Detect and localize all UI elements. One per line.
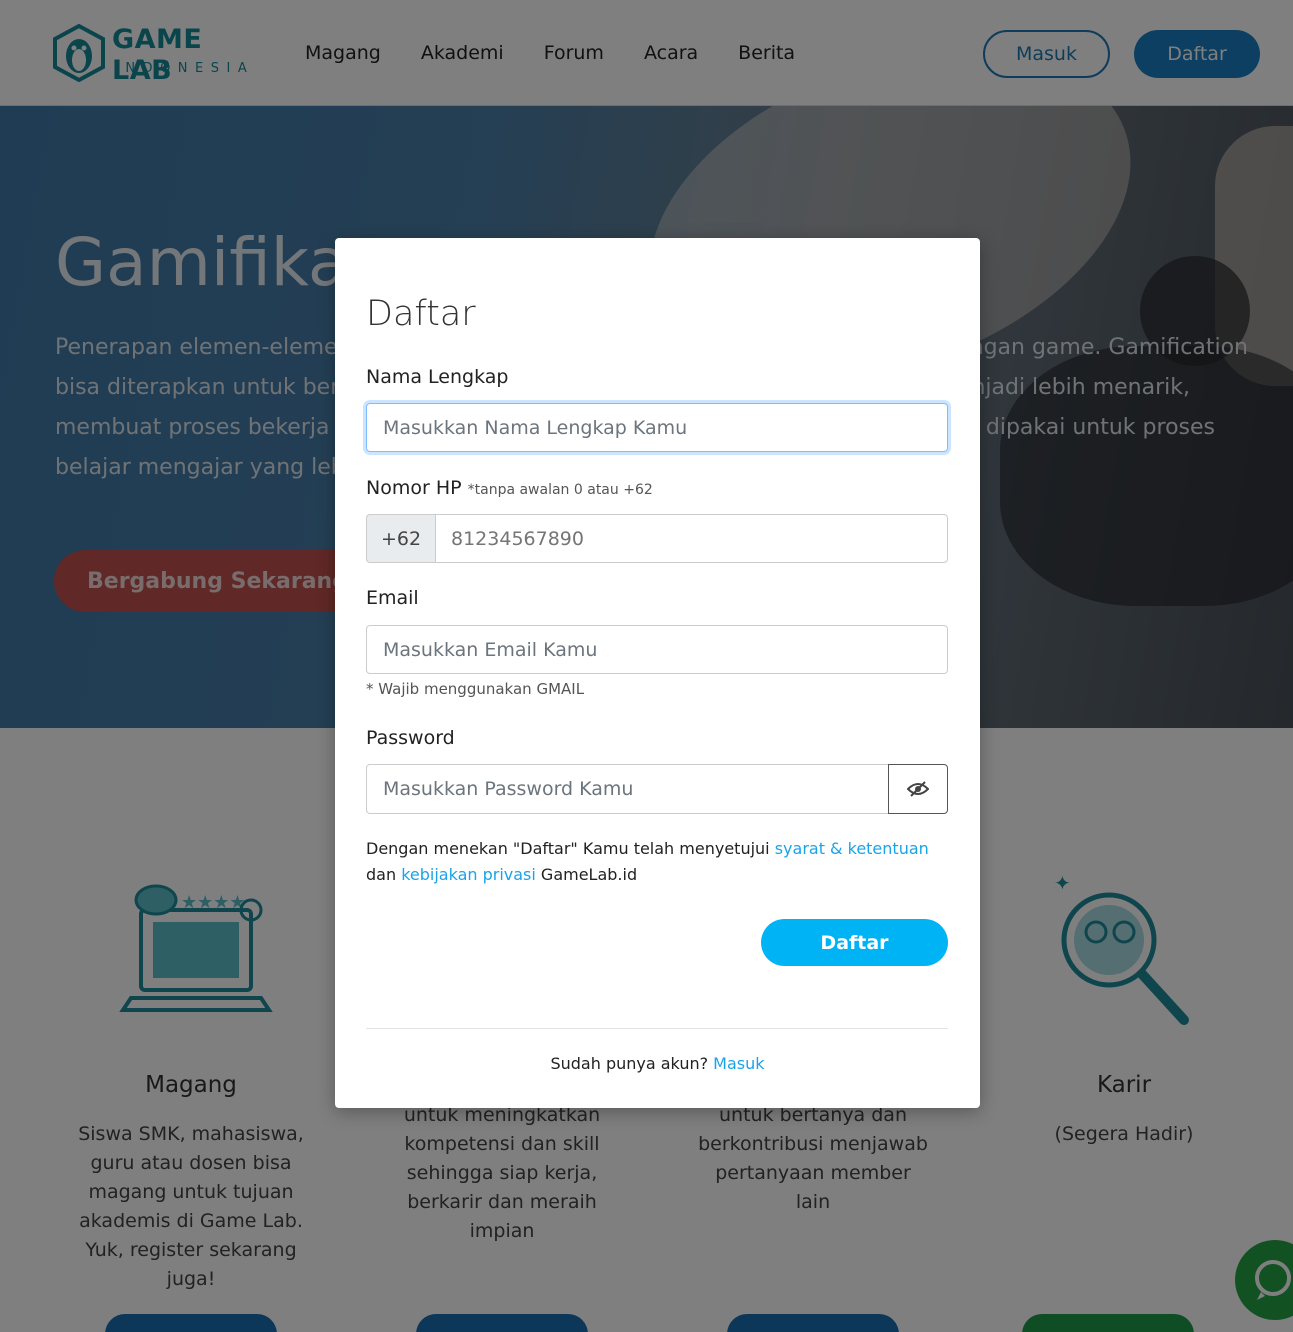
submit-register-button[interactable]: Daftar	[761, 919, 948, 966]
phone-note: *tanpa awalan 0 atau +62	[467, 482, 653, 498]
privacy-link[interactable]: kebijakan privasi	[401, 865, 536, 884]
terms-text: Dengan menekan "Daftar" Kamu telah menye…	[366, 839, 775, 858]
terms-link[interactable]: syarat & ketentuan	[775, 839, 929, 858]
terms-text: dan	[366, 865, 402, 884]
login-prompt: Sudah punya akun? Masuk	[335, 1054, 980, 1073]
login-link[interactable]: Masuk	[713, 1054, 764, 1073]
phone-label: Nomor HP	[366, 477, 462, 499]
phone-prefix: +62	[366, 514, 435, 563]
email-hint: * Wajib menggunakan GMAIL	[366, 680, 585, 698]
toggle-password-button[interactable]	[888, 764, 948, 814]
divider	[366, 1028, 948, 1029]
full-name-input[interactable]	[366, 403, 948, 452]
terms-text: GameLab.id	[535, 865, 638, 884]
register-modal: Daftar Nama Lengkap Nomor HP *tanpa awal…	[335, 238, 980, 1108]
modal-title: Daftar	[366, 294, 476, 334]
login-prompt-text: Sudah punya akun?	[550, 1054, 714, 1073]
phone-label-row: Nomor HP *tanpa awalan 0 atau +62	[366, 477, 653, 499]
phone-input[interactable]	[435, 514, 948, 563]
email-input[interactable]	[366, 625, 948, 674]
email-label: Email	[366, 587, 419, 609]
password-input[interactable]	[366, 764, 889, 814]
password-label: Password	[366, 727, 455, 749]
name-label: Nama Lengkap	[366, 366, 509, 388]
terms-notice: Dengan menekan "Daftar" Kamu telah menye…	[366, 836, 946, 888]
eye-slash-icon	[907, 781, 929, 797]
